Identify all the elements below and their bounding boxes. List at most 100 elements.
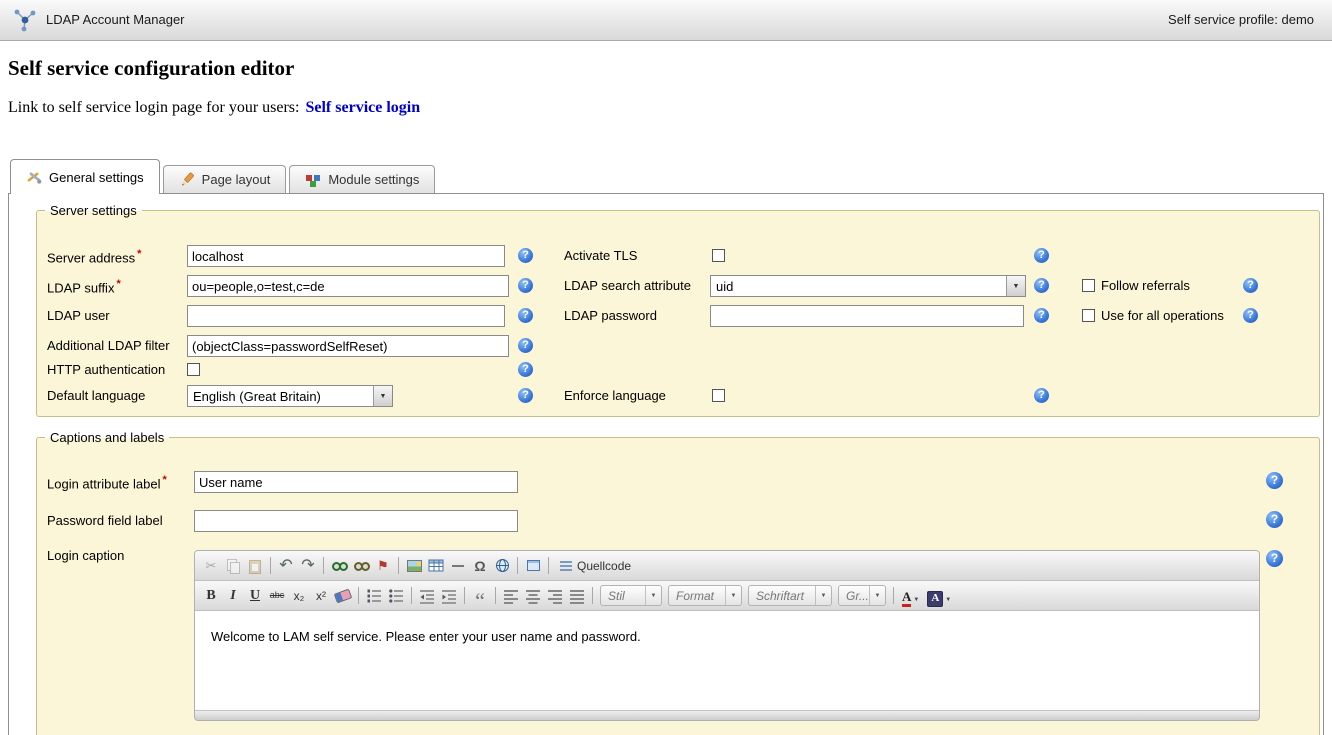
editor-bottom-bar [195,711,1259,720]
screen: LDAP Account Manager Self service profil… [0,0,1332,735]
editor-content[interactable]: Welcome to LAM self service. Please ente… [195,611,1259,711]
dropdown-arrow-icon: ▼ [645,586,661,605]
toolbar-separator [270,557,271,574]
ldap-suffix-input[interactable] [187,275,509,297]
numbered-list-icon[interactable] [363,585,385,607]
outdent-icon[interactable] [416,585,438,607]
tab-general-settings[interactable]: General settings [10,159,160,194]
login-caption-editor: ✂ ↶ ↷ ⚑ [194,550,1260,721]
enforce-language-checkbox[interactable] [712,389,725,402]
help-icon[interactable]: ? [518,248,533,263]
editor-content-text: Welcome to LAM self service. Please ente… [211,629,641,644]
superscript-icon[interactable]: x² [310,585,332,607]
server-address-input[interactable] [187,245,505,267]
align-left-icon[interactable] [500,585,522,607]
login-attribute-label-input[interactable] [194,471,518,493]
password-field-label-input[interactable] [194,510,518,532]
tools-icon [26,169,42,185]
align-right-icon[interactable] [544,585,566,607]
help-icon[interactable]: ? [1243,278,1258,293]
size-dropdown[interactable]: Gr... ▼ [838,585,886,606]
table-icon[interactable] [425,555,447,577]
image-icon[interactable] [403,555,425,577]
dropdown-label: Stil [601,589,645,603]
required-marker: * [137,248,141,260]
help-icon[interactable]: ? [518,388,533,403]
help-icon[interactable]: ? [1034,308,1049,323]
tab-page-layout[interactable]: Page layout [163,165,287,193]
globe-icon[interactable] [491,555,513,577]
activate-tls-checkbox[interactable] [712,249,725,262]
help-icon[interactable]: ? [518,278,533,293]
captions-and-labels-section: Captions and labels Login attribute labe… [36,437,1320,735]
help-icon[interactable]: ? [1266,472,1283,489]
help-icon[interactable]: ? [1266,550,1283,567]
bullet-list-icon[interactable] [385,585,407,607]
strikethrough-icon[interactable]: abc [266,585,288,607]
indent-icon[interactable] [438,585,460,607]
find-icon[interactable] [328,555,350,577]
italic-icon[interactable]: I [222,585,244,607]
page-title: Self service configuration editor [8,56,294,81]
ldap-search-attribute-select[interactable]: uid ▼ [710,275,1026,297]
spellcheck-flag-icon[interactable]: ⚑ [372,555,394,577]
login-caption-label: Login caption [47,548,124,563]
subscript-icon[interactable]: x₂ [288,585,310,607]
align-justify-icon[interactable] [566,585,588,607]
underline-icon[interactable]: U [244,585,266,607]
password-field-label-label: Password field label [47,513,163,528]
http-authentication-checkbox[interactable] [187,363,200,376]
use-for-all-operations-checkbox[interactable] [1082,309,1095,322]
self-service-login-link[interactable]: Self service login [305,99,420,116]
style-dropdown[interactable]: Stil ▼ [600,585,662,606]
login-link-prefix: Link to self service login page for your… [8,99,299,116]
replace-icon[interactable] [350,555,372,577]
help-icon[interactable]: ? [518,338,533,353]
ldap-password-input[interactable] [710,305,1024,327]
server-settings-section: Server settings Server address* ? Activa… [36,210,1320,417]
dropdown-arrow-icon: ▼ [869,586,885,605]
additional-ldap-filter-input[interactable] [187,335,509,357]
dropdown-arrow-glyph: ▼ [651,593,657,599]
redo-icon[interactable]: ↷ [297,555,319,577]
background-color-icon[interactable]: A ▼ [923,585,955,607]
help-icon[interactable]: ? [518,308,533,323]
undo-icon[interactable]: ↶ [275,555,297,577]
cut-icon[interactable]: ✂ [200,555,222,577]
ldap-user-input[interactable] [187,305,505,327]
ldap-suffix-label: LDAP suffix* [47,278,121,295]
use-for-all-operations-label: Use for all operations [1101,308,1224,323]
help-icon[interactable]: ? [1034,278,1049,293]
toolbar-separator [358,587,359,604]
help-icon[interactable]: ? [518,362,533,377]
copy-icon[interactable] [222,555,244,577]
font-dropdown[interactable]: Schriftart ▼ [748,585,832,606]
align-center-icon[interactable] [522,585,544,607]
select-arrow-icon[interactable]: ▼ [1006,276,1025,296]
bold-icon[interactable]: B [200,585,222,607]
help-icon[interactable]: ? [1034,248,1049,263]
ldap-user-label: LDAP user [47,308,110,323]
help-icon[interactable]: ? [1243,308,1258,323]
horizontal-rule-icon[interactable] [447,555,469,577]
section-legend: Captions and labels [45,430,169,446]
help-icon[interactable]: ? [1034,388,1049,403]
select-arrow-icon[interactable]: ▼ [373,386,392,406]
tab-module-settings[interactable]: Module settings [289,165,435,193]
iframe-icon[interactable] [522,555,544,577]
enforce-language-label: Enforce language [564,388,666,403]
paste-icon[interactable] [244,555,266,577]
label-text: Server address [47,250,135,265]
help-icon[interactable]: ? [1266,511,1283,528]
format-dropdown[interactable]: Format ▼ [668,585,742,606]
follow-referrals-checkbox[interactable] [1082,279,1095,292]
dropdown-arrow-glyph: ▼ [731,593,737,599]
text-color-icon[interactable]: A ▼ [898,585,923,607]
toolbar-separator [517,557,518,574]
blockquote-icon[interactable]: “ [469,580,491,612]
remove-format-icon[interactable] [332,585,354,607]
default-language-select[interactable]: English (Great Britain) ▼ [187,385,393,407]
special-character-icon[interactable]: Ω [469,555,491,577]
source-button[interactable]: Quellcode [553,555,638,577]
label-text: LDAP suffix [47,280,114,295]
